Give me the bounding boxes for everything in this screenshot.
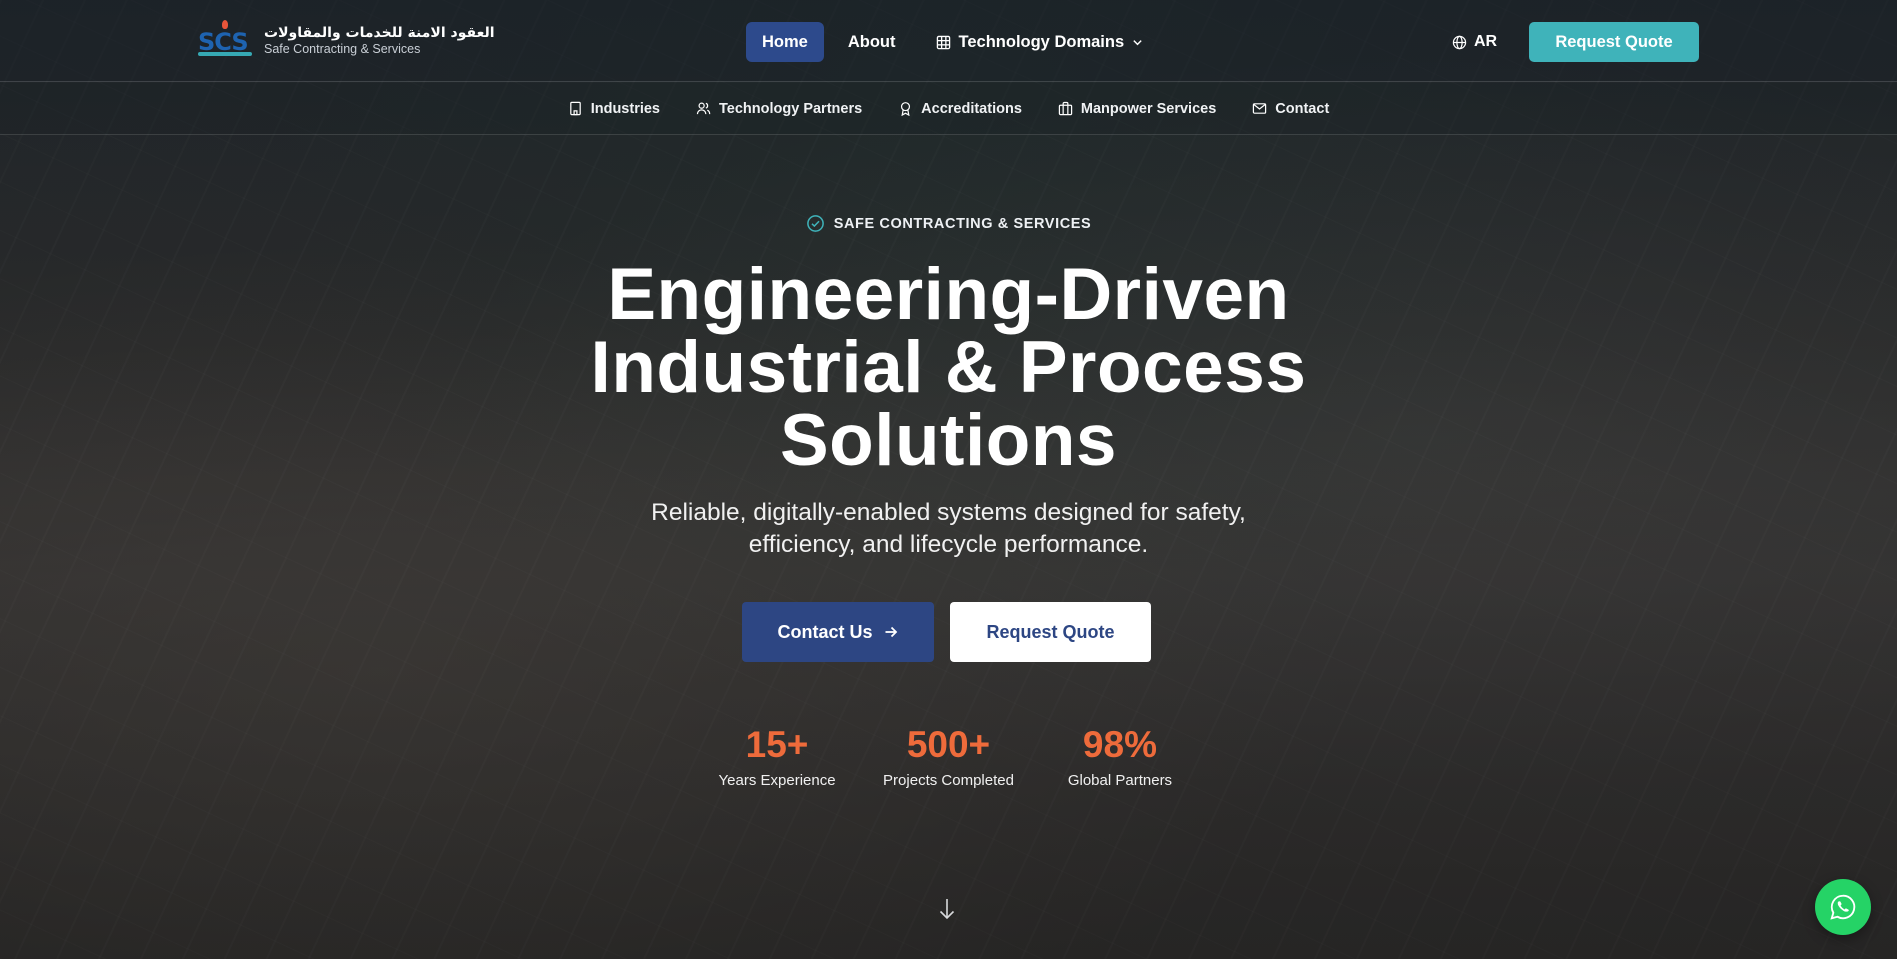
- hero-subtitle-line: efficiency, and lifecycle performance.: [748, 531, 1149, 558]
- nav-technology-domains[interactable]: Technology Domains: [920, 22, 1160, 62]
- nav-home[interactable]: Home: [746, 22, 824, 62]
- subnav-label: Industries: [590, 100, 660, 117]
- request-quote-button-nav[interactable]: Request Quote: [1529, 22, 1699, 62]
- subnav-contact[interactable]: Contact: [1252, 101, 1329, 117]
- whatsapp-button[interactable]: [1815, 879, 1871, 935]
- briefcase-icon: [1058, 101, 1073, 116]
- stat-label: Years Experience: [718, 772, 836, 789]
- stat-label: Global Partners: [1067, 772, 1173, 789]
- hero-title-line: Industrial & Process: [590, 327, 1307, 408]
- stat-projects-completed: 500+ Projects Completed: [883, 722, 1014, 789]
- language-label: AR: [1474, 33, 1498, 50]
- nav-technology-domains-label: Technology Domains: [958, 32, 1125, 51]
- subnav-label: Technology Partners: [719, 100, 863, 117]
- contact-us-label: Contact Us: [777, 621, 873, 642]
- subnav-technology-partners[interactable]: Technology Partners: [696, 101, 862, 117]
- brand-name-arabic: العقود الامنة للخدمات والمقاولات: [264, 24, 495, 41]
- mail-icon: [1253, 103, 1267, 114]
- stat-label: Projects Completed: [883, 772, 1014, 789]
- hero-subtitle: Reliable, digitally-enabled systems desi…: [0, 497, 1897, 561]
- subnav-industries[interactable]: Industries: [568, 101, 660, 117]
- brand-name-english: Safe Contracting & Services: [264, 41, 421, 56]
- hero-title-line: Engineering-Driven: [607, 254, 1290, 335]
- stat-value: 15+: [745, 724, 809, 765]
- main-nav: Home About Technology Domains: [746, 22, 1159, 62]
- subnav-label: Manpower Services: [1080, 100, 1217, 117]
- subnav-accreditations[interactable]: Accreditations: [898, 101, 1022, 117]
- top-navbar: SCS العقود الامنة للخدمات والمقاولات Saf…: [0, 0, 1897, 82]
- users-icon: [696, 102, 711, 115]
- request-quote-button-hero[interactable]: Request Quote: [950, 602, 1151, 662]
- contact-us-button[interactable]: Contact Us: [742, 602, 934, 662]
- whatsapp-icon: [1830, 894, 1856, 920]
- hero-cta-row: Contact Us Request Quote: [742, 602, 1151, 662]
- hero-subtitle-line: Reliable, digitally-enabled systems desi…: [651, 499, 1246, 526]
- building-icon: [569, 101, 581, 116]
- stats-row: 15+ Years Experience 500+ Projects Compl…: [0, 722, 1897, 789]
- hero-title-line: Solutions: [779, 400, 1118, 481]
- globe-icon: [1452, 35, 1467, 49]
- stat-value: 500+: [906, 724, 991, 765]
- nav-about[interactable]: About: [832, 22, 912, 62]
- hero-tagline-text: SAFE CONTRACTING & SERVICES: [833, 215, 1092, 232]
- logo-wave: [198, 52, 252, 56]
- logo-text: العقود الامنة للخدمات والمقاولات Safe Co…: [264, 24, 495, 57]
- subnav-label: Contact: [1275, 100, 1330, 117]
- subnav-label: Accreditations: [921, 100, 1022, 117]
- stat-years-experience: 15+ Years Experience: [717, 722, 837, 789]
- stat-global-partners: 98% Global Partners: [1060, 722, 1180, 789]
- logo[interactable]: SCS العقود الامنة للخدمات والمقاولات Saf…: [198, 20, 495, 60]
- check-circle-icon: [806, 215, 824, 232]
- award-icon: [901, 102, 911, 116]
- hero-title: Engineering-Driven Industrial & Process …: [0, 258, 1897, 477]
- chevron-down-icon: [1133, 39, 1142, 45]
- subnav-manpower-services[interactable]: Manpower Services: [1058, 101, 1216, 117]
- logo-mark: SCS: [198, 20, 254, 60]
- secondary-nav: Industries Technology Partners Accredita…: [0, 83, 1897, 135]
- grid-icon: [936, 35, 950, 49]
- stat-value: 98%: [1082, 724, 1157, 765]
- hero-tagline: SAFE CONTRACTING & SERVICES: [0, 214, 1897, 233]
- arrow-right-icon: [885, 626, 897, 638]
- language-switch[interactable]: AR: [1452, 22, 1497, 62]
- scroll-down-icon[interactable]: [937, 897, 957, 921]
